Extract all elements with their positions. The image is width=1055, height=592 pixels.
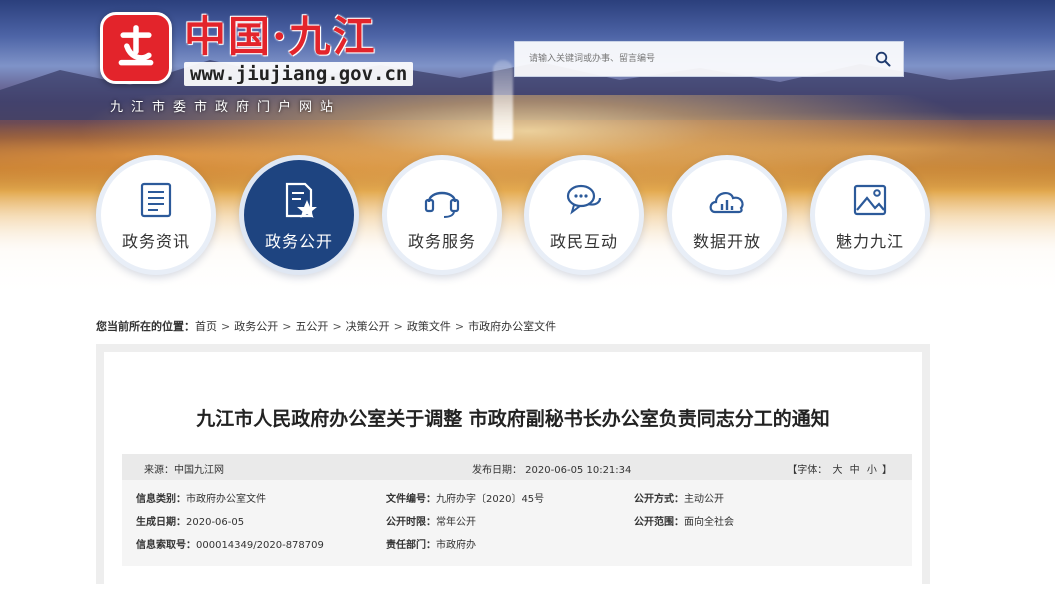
breadcrumb-home[interactable]: 首页 (195, 318, 217, 334)
nav-item-gov-open[interactable]: 政务公开 (239, 155, 359, 275)
article-meta-bar: 来源：中国九江网 发布日期： 2020-06-05 10:21:34 【字体： … (122, 454, 912, 480)
font-size-small[interactable]: 小 (867, 465, 877, 476)
breadcrumb-prefix: 您当前所在的位置： (96, 320, 195, 333)
breadcrumb-separator: > (393, 319, 403, 333)
news-icon (140, 182, 172, 218)
search-icon (875, 51, 891, 67)
site-title: 中国·九江 (184, 12, 377, 61)
font-size-label-close: 】 (882, 465, 892, 476)
info-index-number: 信息索取号：000014349/2020-878709 (136, 540, 324, 551)
breadcrumb-policy-docs[interactable]: 政策文件 (407, 318, 451, 334)
site-url: www.jiujiang.gov.cn (184, 62, 414, 86)
breadcrumb: 您当前所在的位置： 首页 > 政务公开 > 五公开 > 决策公开 > 政策文件 … (96, 318, 556, 334)
info-doc-number: 文件编号：九府办字〔2020〕45号 (386, 494, 545, 505)
info-department: 责任部门：市政府办 (386, 540, 476, 551)
article-frame: 九江市人民政府办公室关于调整 市政府副秘书长办公室负责同志分工的通知 来源：中国… (96, 344, 930, 592)
header-banner: 中国·九江 www.jiujiang.gov.cn 九江市委市政府门户网站 政务… (0, 0, 1055, 300)
nav-label: 魅力九江 (835, 232, 904, 251)
nav-item-interaction[interactable]: 政民互动 (524, 155, 644, 275)
main-nav: 政务资讯 政务公开 政务服务 政民互动 数据开放 魅力九江 (96, 155, 936, 275)
breadcrumb-separator: > (221, 319, 231, 333)
nav-label: 政务资讯 (121, 232, 190, 251)
nav-label: 政民互动 (549, 232, 618, 251)
article-source: 来源：中国九江网 (144, 465, 224, 476)
breadcrumb-office-docs[interactable]: 市政府办公室文件 (468, 318, 556, 334)
article-panel: 九江市人民政府办公室关于调整 市政府副秘书长办公室负责同志分工的通知 来源：中国… (104, 352, 922, 592)
info-table: 信息类别：市政府办公室文件 文件编号：九府办字〔2020〕45号 公开方式：主动… (122, 480, 912, 566)
breadcrumb-separator: > (454, 319, 465, 333)
site-logo-icon[interactable] (100, 12, 172, 84)
font-size-switcher: 【字体： 大 中 小 】 (787, 461, 892, 476)
nav-label: 政务服务 (407, 232, 476, 251)
info-open-mode: 公开方式：主动公开 (634, 494, 724, 505)
search-input[interactable] (515, 42, 863, 76)
site-subtitle: 九江市委市政府门户网站 (110, 100, 342, 115)
breadcrumb-separator: > (282, 319, 292, 333)
breadcrumb-five-open[interactable]: 五公开 (295, 318, 328, 334)
chat-bubbles-icon (566, 184, 602, 215)
document-star-icon (285, 182, 317, 218)
nav-label: 政务公开 (264, 232, 333, 251)
info-category: 信息类别：市政府办公室文件 (136, 494, 266, 505)
breadcrumb-separator: > (332, 319, 342, 333)
info-gen-date: 生成日期：2020-06-05 (136, 517, 245, 528)
search-button[interactable] (863, 42, 903, 76)
cloud-chart-icon (709, 192, 744, 214)
article-publish-date: 发布日期： 2020-06-05 10:21:34 (472, 465, 632, 476)
font-size-label: 【字体： (787, 465, 828, 476)
breadcrumb-decision-open[interactable]: 决策公开 (346, 318, 390, 334)
font-size-large[interactable]: 大 (832, 465, 842, 476)
nav-item-charm[interactable]: 魅力九江 (810, 155, 930, 275)
nav-item-news[interactable]: 政务资讯 (96, 155, 216, 275)
article-title: 九江市人民政府办公室关于调整 市政府副秘书长办公室负责同志分工的通知 (196, 408, 830, 430)
fountain (493, 60, 513, 140)
nav-label: 数据开放 (692, 232, 761, 251)
picture-icon (853, 184, 887, 216)
info-open-period: 公开时限：常年公开 (386, 517, 476, 528)
breadcrumb-gov-open[interactable]: 政务公开 (234, 318, 278, 334)
nav-item-gov-service[interactable]: 政务服务 (382, 155, 502, 275)
info-open-scope: 公开范围：面向全社会 (634, 517, 734, 528)
font-size-medium[interactable]: 中 (850, 465, 860, 476)
headset-icon (424, 191, 460, 218)
search-box (514, 41, 904, 77)
nav-item-data-open[interactable]: 数据开放 (667, 155, 787, 275)
